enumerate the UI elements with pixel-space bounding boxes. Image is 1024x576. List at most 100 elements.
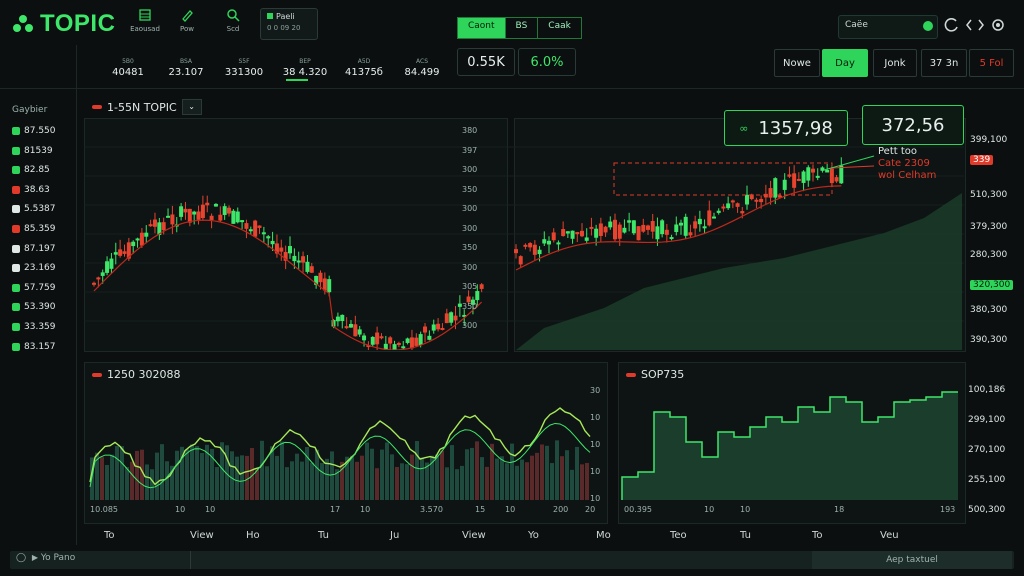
volume-bar bbox=[545, 445, 549, 500]
y-axis-label: 305 bbox=[462, 282, 478, 291]
candle bbox=[575, 232, 580, 235]
toolbar-button-dashboard[interactable]: Eaousad bbox=[122, 8, 168, 33]
segment-0[interactable]: Caont bbox=[458, 18, 506, 38]
select-label: Paeli bbox=[276, 12, 295, 21]
time-axis-label: View bbox=[462, 530, 486, 541]
stat-box-right: 6.0% bbox=[518, 48, 576, 76]
candle bbox=[270, 240, 275, 245]
refresh-icon[interactable] bbox=[944, 17, 960, 33]
candle bbox=[227, 207, 232, 214]
toolbar-button-search[interactable]: Scd bbox=[210, 8, 256, 33]
status-dot-icon bbox=[12, 244, 20, 253]
watchlist-item[interactable]: 82.85 bbox=[12, 165, 50, 175]
watchlist-item[interactable]: 87.550 bbox=[12, 126, 56, 136]
ticker-item[interactable]: ACS 84.499 bbox=[396, 58, 448, 78]
volume-bar bbox=[230, 451, 234, 500]
ticker-item[interactable]: BSA 23.107 bbox=[160, 58, 212, 78]
volume-bar bbox=[400, 463, 404, 500]
x-axis-label: 10 bbox=[175, 505, 186, 514]
status-right[interactable]: Aep taxtuel bbox=[812, 551, 1012, 569]
candle bbox=[622, 227, 627, 233]
status-dot-icon bbox=[12, 205, 20, 214]
search-placeholder: Caëe bbox=[845, 20, 868, 30]
y-axis-label: 299,100 bbox=[968, 415, 1006, 425]
status-left-text: Yo Pano bbox=[40, 553, 76, 563]
candle bbox=[401, 346, 406, 349]
candle bbox=[392, 344, 397, 350]
watchlist-item[interactable]: 23.169 bbox=[12, 263, 56, 273]
candle bbox=[726, 203, 731, 209]
volume-bar bbox=[495, 458, 499, 500]
candle bbox=[261, 232, 266, 235]
range-3[interactable]: 37 3n bbox=[921, 49, 967, 77]
symbol-select[interactable]: Paeli 0 0 09 20 bbox=[260, 8, 318, 40]
segment-1[interactable]: BS bbox=[506, 18, 539, 38]
candle bbox=[231, 210, 236, 224]
candle bbox=[768, 188, 773, 198]
candle bbox=[693, 221, 698, 229]
volume-bar bbox=[500, 456, 504, 500]
volume-bar bbox=[290, 461, 294, 500]
status-dot-icon bbox=[12, 283, 20, 292]
watchlist-item[interactable]: 5.5387 bbox=[12, 204, 56, 214]
range-4[interactable]: 5 Fol bbox=[969, 49, 1014, 77]
status-left[interactable]: ◯ ▶ Yo Pano bbox=[16, 553, 75, 563]
volume-bar bbox=[425, 462, 429, 500]
candle bbox=[551, 232, 556, 241]
candle bbox=[745, 194, 749, 205]
candle bbox=[475, 291, 480, 301]
candle bbox=[815, 175, 820, 178]
volume-bar bbox=[540, 444, 544, 500]
main-candlestick-chart[interactable] bbox=[84, 118, 964, 350]
watchlist-item[interactable]: 83.157 bbox=[12, 342, 56, 352]
volume-bar bbox=[505, 463, 509, 500]
candle bbox=[759, 198, 764, 203]
volume-bar bbox=[370, 448, 374, 500]
range-0[interactable]: Nowe bbox=[774, 49, 820, 77]
code-icon[interactable] bbox=[966, 17, 984, 33]
price-box-current: ∞ 1357,98 bbox=[724, 110, 848, 146]
watchlist-item[interactable]: 85.359 bbox=[12, 224, 56, 234]
search-icon[interactable] bbox=[923, 21, 933, 31]
status-dot-icon bbox=[12, 323, 20, 331]
view-segmented-control[interactable]: Caont BS Caak bbox=[457, 17, 582, 39]
candle bbox=[801, 171, 806, 183]
toolbar-button-edit[interactable]: Pow bbox=[164, 8, 210, 33]
range-1[interactable]: Day bbox=[822, 49, 868, 77]
watchlist-item[interactable]: 87.197 bbox=[12, 244, 56, 254]
volume-bar bbox=[255, 468, 259, 500]
ticker-label: BEP bbox=[299, 58, 311, 65]
volume-bar bbox=[395, 466, 399, 500]
volume-bar bbox=[295, 453, 299, 500]
watchlist-item[interactable]: 53.390 bbox=[12, 302, 56, 312]
settings-icon[interactable] bbox=[990, 17, 1006, 33]
watchlist-item[interactable]: 57.759 bbox=[12, 283, 56, 293]
ticker-item[interactable]: 5B0 40481 bbox=[102, 58, 154, 78]
ticker-item[interactable]: S5F 331300 bbox=[218, 58, 270, 78]
watchlist-value: 82.85 bbox=[24, 165, 50, 176]
watchlist-item[interactable]: 81539 bbox=[12, 146, 53, 156]
x-axis-label: 10 bbox=[740, 505, 751, 514]
lower-left-chart[interactable] bbox=[84, 362, 606, 522]
app-logo: TOPIC bbox=[12, 10, 115, 38]
candle bbox=[409, 337, 414, 349]
time-axis-label: Mo bbox=[596, 530, 611, 541]
volume-bar bbox=[190, 444, 194, 500]
y-axis-label: 350 bbox=[462, 184, 478, 194]
lower-right-chart[interactable] bbox=[618, 362, 964, 522]
chevron-down-icon[interactable]: ⌄ bbox=[181, 99, 202, 115]
volume-bar bbox=[440, 450, 444, 500]
toolbar-button-label: Eaousad bbox=[130, 25, 160, 33]
candle bbox=[702, 226, 707, 229]
watchlist-item[interactable]: 33.359 bbox=[12, 322, 56, 332]
watchlist-item[interactable]: 38.63 bbox=[12, 185, 50, 195]
search-field[interactable]: Caëe bbox=[838, 15, 938, 39]
y-axis-label: 10 bbox=[590, 413, 601, 422]
ticker-value: 331300 bbox=[224, 67, 264, 78]
volume-bar bbox=[240, 455, 244, 500]
volume-bar bbox=[410, 454, 414, 500]
ticker-item[interactable]: A5D 41375б bbox=[338, 58, 390, 78]
ticker-item[interactable]: BEP 38 4.320 bbox=[279, 58, 331, 78]
segment-2[interactable]: Caak bbox=[538, 18, 581, 38]
range-2[interactable]: Jonk bbox=[873, 49, 917, 77]
